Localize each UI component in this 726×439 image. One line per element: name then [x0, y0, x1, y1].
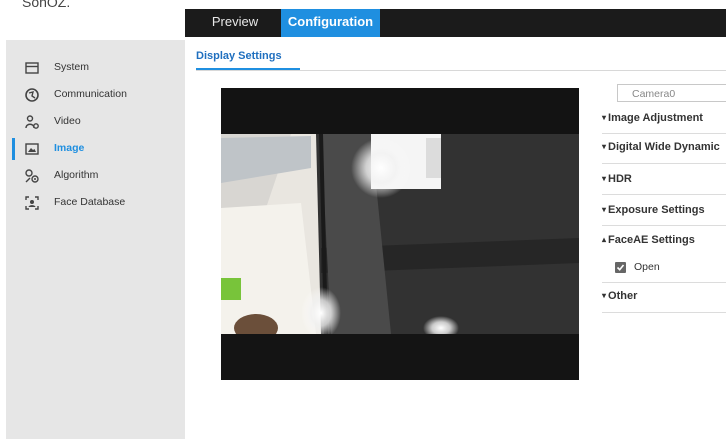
- sidebar-item-label: Communication: [54, 88, 127, 100]
- algorithm-icon: [25, 169, 39, 183]
- tab-display-settings[interactable]: Display Settings: [196, 50, 282, 62]
- divider: [602, 163, 726, 164]
- section-faceae-settings[interactable]: ▴ FaceAE Settings: [602, 234, 726, 246]
- sidebar-item-label: Face Database: [54, 196, 126, 208]
- sidebar-item-image[interactable]: Image: [6, 138, 185, 160]
- divider: [602, 133, 726, 134]
- tab-preview[interactable]: Preview: [185, 9, 285, 37]
- check-icon: [616, 264, 625, 271]
- sidebar-item-communication[interactable]: Communication: [6, 84, 185, 106]
- chevron-up-icon: ▴: [602, 235, 607, 244]
- sidebar-item-face-database[interactable]: Face Database: [6, 192, 185, 214]
- video-preview: [221, 88, 579, 380]
- section-label: Exposure Settings: [608, 204, 705, 216]
- chevron-down-icon: ▾: [602, 291, 607, 300]
- chevron-down-icon: ▾: [602, 113, 607, 122]
- sidebar-item-algorithm[interactable]: Algorithm: [6, 165, 185, 187]
- sidebar: System Communication Video Image Algorit…: [6, 40, 185, 439]
- section-label: FaceAE Settings: [608, 234, 695, 246]
- section-label: Image Adjustment: [608, 112, 703, 124]
- globe-icon: [25, 88, 39, 102]
- divider: [602, 282, 726, 283]
- chevron-down-icon: ▾: [602, 174, 607, 183]
- section-label: Digital Wide Dynamic: [608, 141, 720, 153]
- tab-configuration[interactable]: Configuration: [281, 9, 380, 37]
- sidebar-item-system[interactable]: System: [6, 57, 185, 79]
- divider: [196, 70, 726, 71]
- sidebar-item-label: Algorithm: [54, 169, 99, 181]
- section-other[interactable]: ▾ Other: [602, 290, 726, 302]
- image-icon: [25, 143, 39, 155]
- chevron-down-icon: ▾: [602, 142, 607, 151]
- section-label: HDR: [608, 173, 632, 185]
- window-icon: [25, 62, 39, 74]
- camera-select[interactable]: Camera0: [617, 84, 726, 102]
- section-digital-wide-dynamic[interactable]: ▾ Digital Wide Dynamic: [602, 141, 726, 153]
- camera-user-icon: [25, 115, 39, 129]
- sidebar-item-video[interactable]: Video: [6, 111, 185, 133]
- divider: [602, 194, 726, 195]
- sidebar-item-label: Video: [54, 115, 81, 127]
- top-navigation-bar: Preview Configuration: [185, 9, 726, 37]
- divider: [602, 225, 726, 226]
- faceae-open-label: Open: [634, 261, 660, 273]
- section-exposure-settings[interactable]: ▾ Exposure Settings: [602, 204, 726, 216]
- sidebar-item-label: Image: [54, 142, 85, 154]
- divider: [602, 312, 726, 313]
- section-image-adjustment[interactable]: ▾ Image Adjustment: [602, 112, 726, 124]
- page-caption: SonOZ.: [22, 0, 71, 10]
- section-label: Other: [608, 290, 638, 302]
- faceae-open-checkbox[interactable]: [615, 262, 626, 273]
- section-hdr[interactable]: ▾ HDR: [602, 173, 726, 185]
- face-frame-icon: [25, 196, 39, 210]
- sidebar-item-label: System: [54, 61, 90, 73]
- camera-feed-image: [221, 88, 579, 380]
- chevron-down-icon: ▾: [602, 205, 607, 214]
